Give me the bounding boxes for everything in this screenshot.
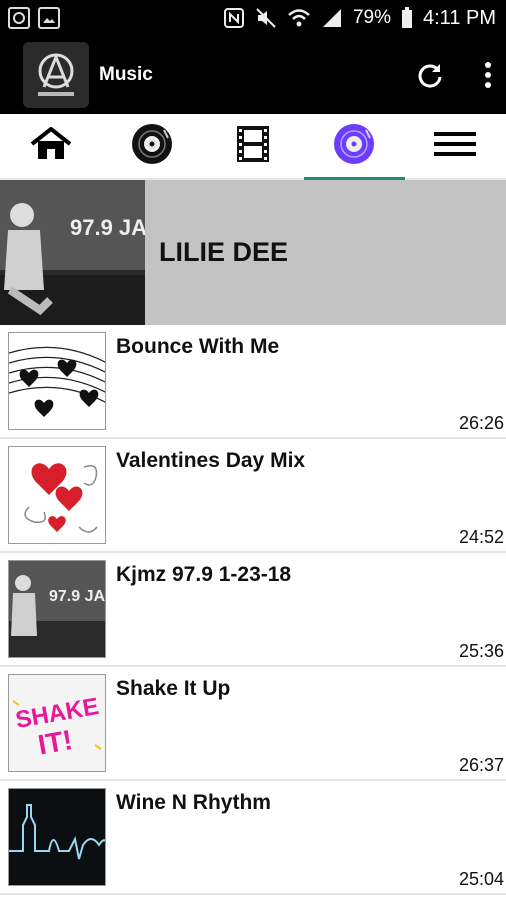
vinyl-active-icon xyxy=(332,122,376,171)
app-logo xyxy=(23,42,89,108)
track-thumbnail xyxy=(8,332,106,430)
track-list: Bounce With Me 26:26 Valentines Day Mix … xyxy=(0,325,506,895)
vinyl-icon xyxy=(130,122,174,171)
home-icon xyxy=(30,125,72,166)
list-item[interactable]: SHAKE IT! Shake It Up 26:37 xyxy=(0,667,506,781)
tab-music[interactable] xyxy=(101,114,202,178)
nfc-icon xyxy=(223,7,245,29)
battery-percent: 79% xyxy=(352,7,391,28)
app-bar: Music xyxy=(0,36,506,114)
tab-home[interactable] xyxy=(0,114,101,178)
image-notification-icon xyxy=(38,7,60,29)
svg-text:97.9 JAM: 97.9 JAM xyxy=(49,588,106,605)
track-duration: 25:36 xyxy=(458,641,504,661)
signal-icon xyxy=(321,8,343,28)
list-item[interactable]: Valentines Day Mix 24:52 xyxy=(0,439,506,553)
artist-photo: 97.9 JAM xyxy=(0,180,145,325)
more-vert-icon[interactable] xyxy=(484,61,492,89)
list-item[interactable]: Wine N Rhythm 25:04 xyxy=(0,781,506,895)
battery-icon xyxy=(401,7,413,29)
artist-header: 97.9 JAM LILIE DEE xyxy=(0,180,506,325)
track-thumbnail: 97.9 JAM xyxy=(8,560,106,658)
track-title: Bounce With Me xyxy=(116,335,280,358)
track-title: Valentines Day Mix xyxy=(116,449,306,472)
menu-icon xyxy=(434,131,477,162)
track-title: Kjmz 97.9 1-23-18 xyxy=(116,563,292,586)
tab-mixes[interactable] xyxy=(303,114,406,180)
message-notification-icon xyxy=(8,7,30,29)
refresh-icon[interactable] xyxy=(416,61,444,89)
svg-text:97.9 JAM: 97.9 JAM xyxy=(70,215,145,240)
track-title: Wine N Rhythm xyxy=(116,791,271,814)
status-bar: 79% 4:11 PM xyxy=(0,0,506,36)
svg-text:IT!: IT! xyxy=(36,724,75,760)
track-duration: 24:52 xyxy=(458,527,504,547)
track-duration: 26:26 xyxy=(458,413,504,433)
clock: 4:11 PM xyxy=(423,6,496,29)
tab-video[interactable] xyxy=(202,114,303,178)
artist-name: LILIE DEE xyxy=(159,237,289,267)
tab-bar xyxy=(0,114,506,180)
track-duration: 26:37 xyxy=(458,755,504,775)
page-title: Music xyxy=(99,64,153,85)
mute-icon xyxy=(255,7,277,29)
wifi-icon xyxy=(287,8,311,28)
track-title: Shake It Up xyxy=(116,677,231,700)
track-thumbnail xyxy=(8,446,106,544)
film-icon xyxy=(233,124,273,169)
list-item[interactable]: Bounce With Me 26:26 xyxy=(0,325,506,439)
track-thumbnail xyxy=(8,788,106,886)
track-duration: 25:04 xyxy=(458,869,504,889)
list-item[interactable]: 97.9 JAM Kjmz 97.9 1-23-18 25:36 xyxy=(0,553,506,667)
tab-menu[interactable] xyxy=(405,114,506,178)
track-thumbnail: SHAKE IT! xyxy=(8,674,106,772)
